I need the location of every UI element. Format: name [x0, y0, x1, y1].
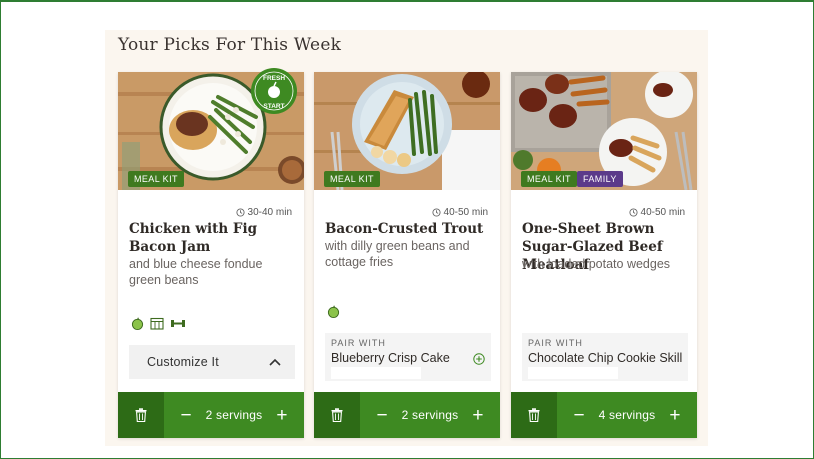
cook-time-label: 30-40 min: [247, 207, 292, 218]
increase-servings-button[interactable]: +: [667, 406, 683, 425]
recipe-title[interactable]: Chicken with Fig Bacon Jam: [129, 220, 295, 256]
servings-stepper: − 2 servings +: [360, 406, 500, 425]
remove-button[interactable]: [118, 392, 164, 438]
servings-count: 2 servings: [401, 408, 459, 422]
servings-bar: − 4 servings +: [511, 392, 697, 438]
pair-item-name: Chocolate Chip Cookie Skillet: [528, 351, 682, 365]
pair-with-label: PAIR WITH: [528, 338, 583, 348]
recipe-title[interactable]: Bacon-Crusted Trout: [325, 220, 491, 238]
recipe-subtitle: with loaded potato wedges: [522, 257, 671, 271]
chevron-up-icon: [269, 358, 281, 366]
trash-icon: [331, 408, 343, 422]
servings-stepper: − 2 servings +: [164, 406, 304, 425]
cook-time-label: 40-50 min: [443, 207, 488, 218]
servings-count: 2 servings: [205, 408, 263, 422]
meal-kit-tag: MEAL KIT: [324, 171, 380, 187]
pair-placeholder: [331, 367, 421, 379]
recipe-card[interactable]: MEAL KIT FAMILY 40-50 min One-Sheet Brow…: [511, 72, 697, 438]
section-title: Your Picks For This Week: [118, 35, 342, 55]
increase-servings-button[interactable]: +: [274, 406, 290, 425]
servings-bar: − 2 servings +: [314, 392, 500, 438]
pair-with-box[interactable]: PAIR WITH Chocolate Chip Cookie Skillet: [522, 333, 688, 381]
recipe-photo: MEAL KIT: [314, 72, 500, 190]
pair-placeholder: [528, 367, 618, 379]
recipe-photo: MEAL KIT FAMILY: [511, 72, 697, 190]
cook-time: 40-50 min: [628, 207, 685, 218]
remove-button[interactable]: [511, 392, 557, 438]
fresh-start-badge-icon: FRESH START: [251, 68, 297, 114]
recipe-card[interactable]: MEAL KIT 40-50 min Bacon-Crusted Trout w…: [314, 72, 500, 438]
clock-icon: [235, 208, 245, 217]
feature-icons: [327, 305, 340, 318]
decrease-servings-button[interactable]: −: [178, 406, 194, 425]
feature-icons: [131, 317, 186, 330]
clock-icon: [628, 208, 638, 217]
pair-item-name: Blueberry Crisp Cake: [331, 351, 450, 365]
meal-kit-tag: MEAL KIT: [521, 171, 577, 187]
clock-icon: [431, 208, 441, 217]
decrease-servings-button[interactable]: −: [374, 406, 390, 425]
svg-text:FRESH: FRESH: [263, 75, 285, 82]
increase-servings-button[interactable]: +: [470, 406, 486, 425]
servings-stepper: − 4 servings +: [557, 406, 697, 425]
remove-button[interactable]: [314, 392, 360, 438]
cook-time: 30-40 min: [235, 207, 292, 218]
calendar-icon: [150, 317, 164, 330]
pair-with-label: PAIR WITH: [331, 338, 386, 348]
recipe-subtitle: and blue cheese fondue green beans: [129, 257, 263, 287]
cook-time-label: 40-50 min: [640, 207, 685, 218]
cook-time: 40-50 min: [431, 207, 488, 218]
meal-kit-tag: MEAL KIT: [128, 171, 184, 187]
pair-with-box[interactable]: PAIR WITH Blueberry Crisp Cake: [325, 333, 491, 381]
add-circle-icon[interactable]: [473, 353, 485, 365]
customize-toggle[interactable]: Customize It: [129, 345, 295, 379]
svg-text:START: START: [263, 103, 284, 110]
family-tag: FAMILY: [577, 171, 623, 187]
trash-icon: [528, 408, 540, 422]
apple-icon: [131, 317, 144, 330]
dumbbell-icon: [171, 320, 185, 327]
customize-label: Customize It: [147, 355, 219, 369]
decrease-servings-button[interactable]: −: [571, 406, 587, 425]
servings-bar: − 2 servings +: [118, 392, 304, 438]
servings-count: 4 servings: [598, 408, 656, 422]
apple-icon: [327, 305, 340, 318]
recipe-subtitle: with dilly green beans and cottage fries: [325, 239, 470, 269]
recipe-card[interactable]: MEAL KIT FRESH START 30-40 min Chicken w…: [118, 68, 304, 438]
trash-icon: [135, 408, 147, 422]
